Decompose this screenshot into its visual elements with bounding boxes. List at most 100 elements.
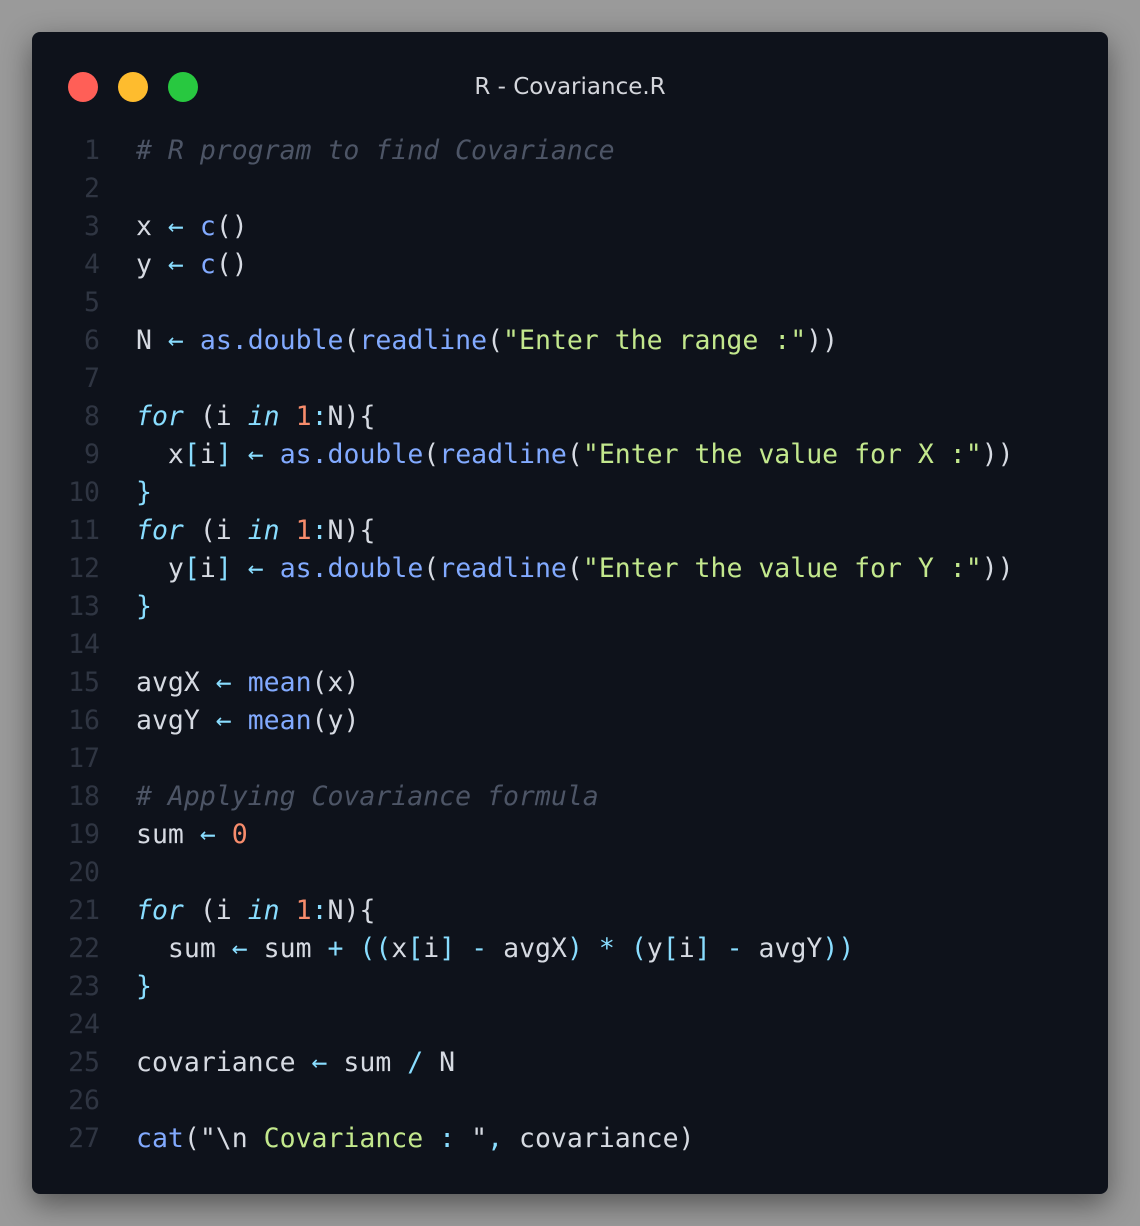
operator-token: :	[439, 1123, 456, 1154]
code-line: 8 for (i in 1:N){	[32, 398, 1108, 436]
punctuation-token: ))	[981, 439, 1014, 470]
punctuation-token: (	[566, 439, 583, 470]
punctuation-token: (i	[183, 515, 248, 546]
function-token: as.double	[279, 439, 424, 470]
identifier-token: avgX	[487, 933, 567, 964]
operator-token: :	[311, 401, 328, 432]
function-token: mean	[247, 705, 312, 736]
operator-token: ←	[215, 705, 232, 736]
punctuation-token: ("\n	[183, 1123, 264, 1154]
punctuation-token: (	[343, 325, 360, 356]
operator-token: ((	[359, 933, 392, 964]
punctuation-token: (	[566, 553, 583, 584]
code-editor[interactable]: 1 # R program to find Covariance 2 3 x ← c()…	[32, 132, 1108, 1158]
line-number: 1	[84, 135, 100, 166]
function-token: as.double	[279, 553, 424, 584]
operator-token: *	[598, 933, 615, 964]
punctuation-token	[280, 401, 296, 432]
keyword-token: for	[136, 515, 184, 546]
identifier-token: i	[199, 439, 216, 470]
identifier-token: i	[678, 933, 695, 964]
identifier-token	[232, 667, 248, 698]
code-line: 10}	[32, 474, 1108, 512]
code-text: }	[136, 968, 152, 1006]
code-line: 21 for (i in 1:N){	[32, 892, 1108, 930]
line-number: 10	[68, 477, 100, 508]
identifier-token	[232, 439, 248, 470]
comment-token: # R program to find Covariance	[136, 135, 615, 166]
line-number: 26	[68, 1085, 100, 1116]
code-line: 12 y[i] ← as.double(readline("Enter the …	[32, 550, 1108, 588]
function-token: readline	[439, 439, 567, 470]
function-token: c	[199, 211, 216, 242]
punctuation-token	[423, 1123, 439, 1154]
line-number: 2	[84, 173, 100, 204]
line-number: 13	[68, 591, 100, 622]
code-line: 25 covariance ← sum / N	[32, 1044, 1108, 1082]
line-number: 14	[68, 629, 100, 660]
string-token: "Enter the value for Y :"	[582, 553, 982, 584]
code-line: 7	[32, 360, 1108, 398]
operator-token: -	[726, 933, 743, 964]
code-line: 20	[32, 854, 1108, 892]
operator-token: (	[630, 933, 647, 964]
operator-token: /	[407, 1047, 424, 1078]
function-token: mean	[247, 667, 312, 698]
identifier-token	[184, 325, 200, 356]
code-line: 19 sum ← 0	[32, 816, 1108, 854]
identifier-token	[583, 933, 599, 964]
identifier-token: x	[136, 211, 168, 242]
punctuation-token: (y)	[311, 705, 360, 736]
punctuation-token: ()	[215, 249, 248, 280]
identifier-token: y	[136, 249, 168, 280]
code-line: 24	[32, 1006, 1108, 1044]
code-text: }	[136, 474, 152, 512]
line-number: 4	[84, 249, 100, 280]
string-token: "Enter the range :"	[503, 325, 807, 356]
code-line: 1 # R program to find Covariance	[32, 132, 1108, 170]
code-text: avgY ← mean(y)	[136, 702, 359, 740]
identifier-token: x	[391, 933, 408, 964]
line-number: 22	[68, 933, 100, 964]
punctuation-token: (i	[183, 401, 248, 432]
punctuation-token: (	[423, 439, 440, 470]
code-line: 9 x[i] ← as.double(readline("Enter the v…	[32, 436, 1108, 474]
code-text: x ← c()	[136, 208, 248, 246]
number-token: 1	[295, 401, 312, 432]
code-text: for (i in 1:N){	[136, 512, 375, 550]
line-number: 7	[84, 363, 100, 394]
identifier-token	[455, 933, 471, 964]
code-text: }	[136, 588, 152, 626]
operator-token: ]	[215, 553, 232, 584]
identifier-token: sum	[136, 819, 200, 850]
punctuation-token: (i	[183, 895, 248, 926]
identifier-token: N	[136, 325, 168, 356]
function-token: c	[199, 249, 216, 280]
identifier-token: sum	[247, 933, 328, 964]
punctuation-token	[280, 515, 296, 546]
code-text: cat("\n Covariance : ", covariance)	[136, 1120, 695, 1158]
code-text: sum ← 0	[136, 816, 248, 854]
line-number: 25	[68, 1047, 100, 1078]
line-number: 15	[68, 667, 100, 698]
code-text: N ← as.double(readline("Enter the range …	[136, 322, 838, 360]
string-token: Covariance	[263, 1123, 424, 1154]
code-line: 23}	[32, 968, 1108, 1006]
operator-token: ←	[247, 439, 264, 470]
line-number: 17	[68, 743, 100, 774]
line-number: 16	[68, 705, 100, 736]
code-line: 3 x ← c()	[32, 208, 1108, 246]
operator-token: [	[183, 439, 200, 470]
identifier-token: avgY	[136, 705, 216, 736]
code-line: 27 cat("\n Covariance : ", covariance)	[32, 1120, 1108, 1158]
identifier-token: sum	[327, 1047, 408, 1078]
identifier-token: covariance	[136, 1047, 312, 1078]
keyword-token: for	[136, 401, 184, 432]
code-line: 6N ← as.double(readline("Enter the range…	[32, 322, 1108, 360]
identifier-token: N	[423, 1047, 456, 1078]
code-line: 26	[32, 1082, 1108, 1120]
number-token: 1	[295, 895, 312, 926]
punctuation-token: "	[455, 1123, 488, 1154]
operator-token: ,	[487, 1123, 504, 1154]
punctuation-token: (	[487, 325, 504, 356]
